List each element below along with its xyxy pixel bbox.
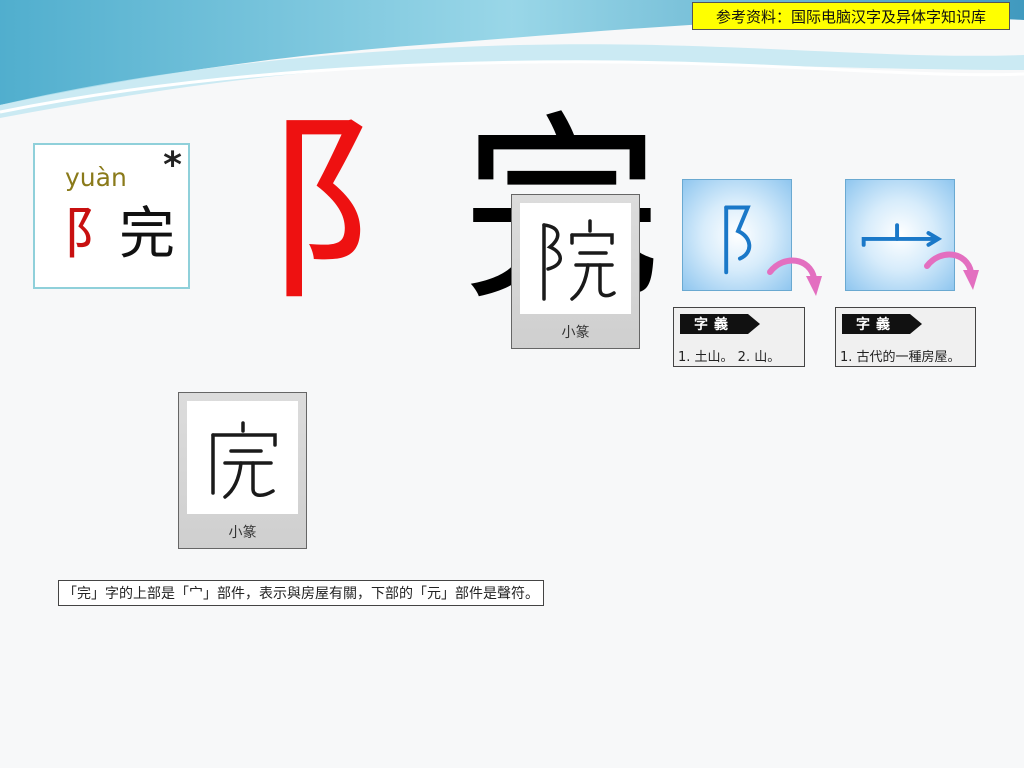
seal-script-wan-glyph: [211, 421, 277, 499]
seal-label: 小篆: [228, 525, 257, 541]
meaning-text: 1. 土山。 2. 山。: [678, 350, 781, 365]
meaning-card-fu: 字義 1. 土山。 2. 山。: [673, 307, 805, 367]
curved-arrow-icon: [767, 257, 822, 296]
star-icon: *: [163, 145, 182, 186]
main-char-radical: 阝: [262, 95, 463, 328]
explanation-note: 「完」字的上部是「宀」部件，表示與房屋有關，下部的「元」部件是聲符。: [58, 580, 544, 606]
source-badge: 参考资料：国际电脑汉字及异体字知识库: [692, 2, 1010, 30]
seal-script-image: [520, 203, 631, 314]
pinyin-card: yuàn * 阝完: [33, 143, 190, 289]
seal-label: 小篆: [561, 325, 590, 341]
meaning-tag: 字義: [680, 314, 760, 334]
mini-char-radical: 阝: [63, 202, 119, 267]
seal-script-image: [187, 401, 298, 514]
meaning-tag: 字義: [842, 314, 922, 334]
meaning-card-mian: 字義 1. 古代的一種房屋。: [835, 307, 976, 367]
seal-script-yuan-glyph: [542, 219, 616, 301]
curved-arrow-icon: [924, 251, 979, 290]
mini-character: 阝完: [63, 207, 175, 263]
seal-script-card-yuan: 小篆: [511, 194, 640, 349]
pinyin-text: yuàn: [65, 163, 127, 192]
mini-char-phonetic: 完: [119, 202, 175, 267]
seal-script-card-wan: 小篆: [178, 392, 307, 549]
meaning-text: 1. 古代的一種房屋。: [840, 350, 961, 365]
